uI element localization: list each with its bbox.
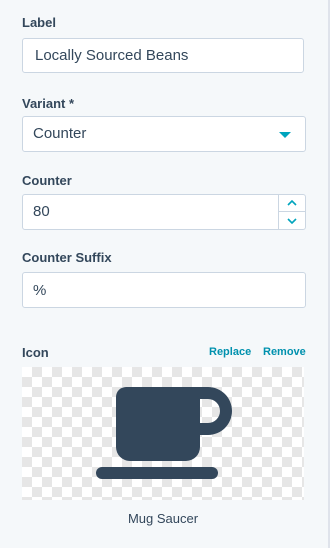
increment-button[interactable] <box>279 195 305 212</box>
variant-selected-value: Counter <box>33 125 87 142</box>
counter-suffix-input[interactable] <box>22 272 306 308</box>
label-input[interactable] <box>22 38 304 73</box>
remove-icon-link[interactable]: Remove <box>263 346 306 358</box>
counter-field-label: Counter <box>22 173 72 188</box>
icon-field-label: Icon <box>22 345 49 360</box>
icon-preview <box>22 367 304 500</box>
decrement-button[interactable] <box>279 212 305 229</box>
icon-module-settings-panel: Label Variant * Counter Counter 80 Count… <box>0 0 330 548</box>
variant-field-label: Variant * <box>22 96 75 111</box>
chevron-down-icon <box>287 217 297 224</box>
counter-suffix-label: Counter Suffix <box>22 250 112 265</box>
icon-name-label: Mug Saucer <box>127 511 199 526</box>
label-field-label: Label <box>22 15 56 30</box>
chevron-up-icon <box>287 200 297 206</box>
chevron-down-icon <box>279 132 291 138</box>
variant-select[interactable]: Counter <box>22 116 306 152</box>
counter-value[interactable]: 80 <box>33 195 50 229</box>
mug-saucer-icon <box>96 387 232 479</box>
replace-icon-link[interactable]: Replace <box>209 346 251 358</box>
counter-stepper[interactable]: 80 <box>22 194 306 230</box>
stepper-buttons <box>278 195 305 229</box>
